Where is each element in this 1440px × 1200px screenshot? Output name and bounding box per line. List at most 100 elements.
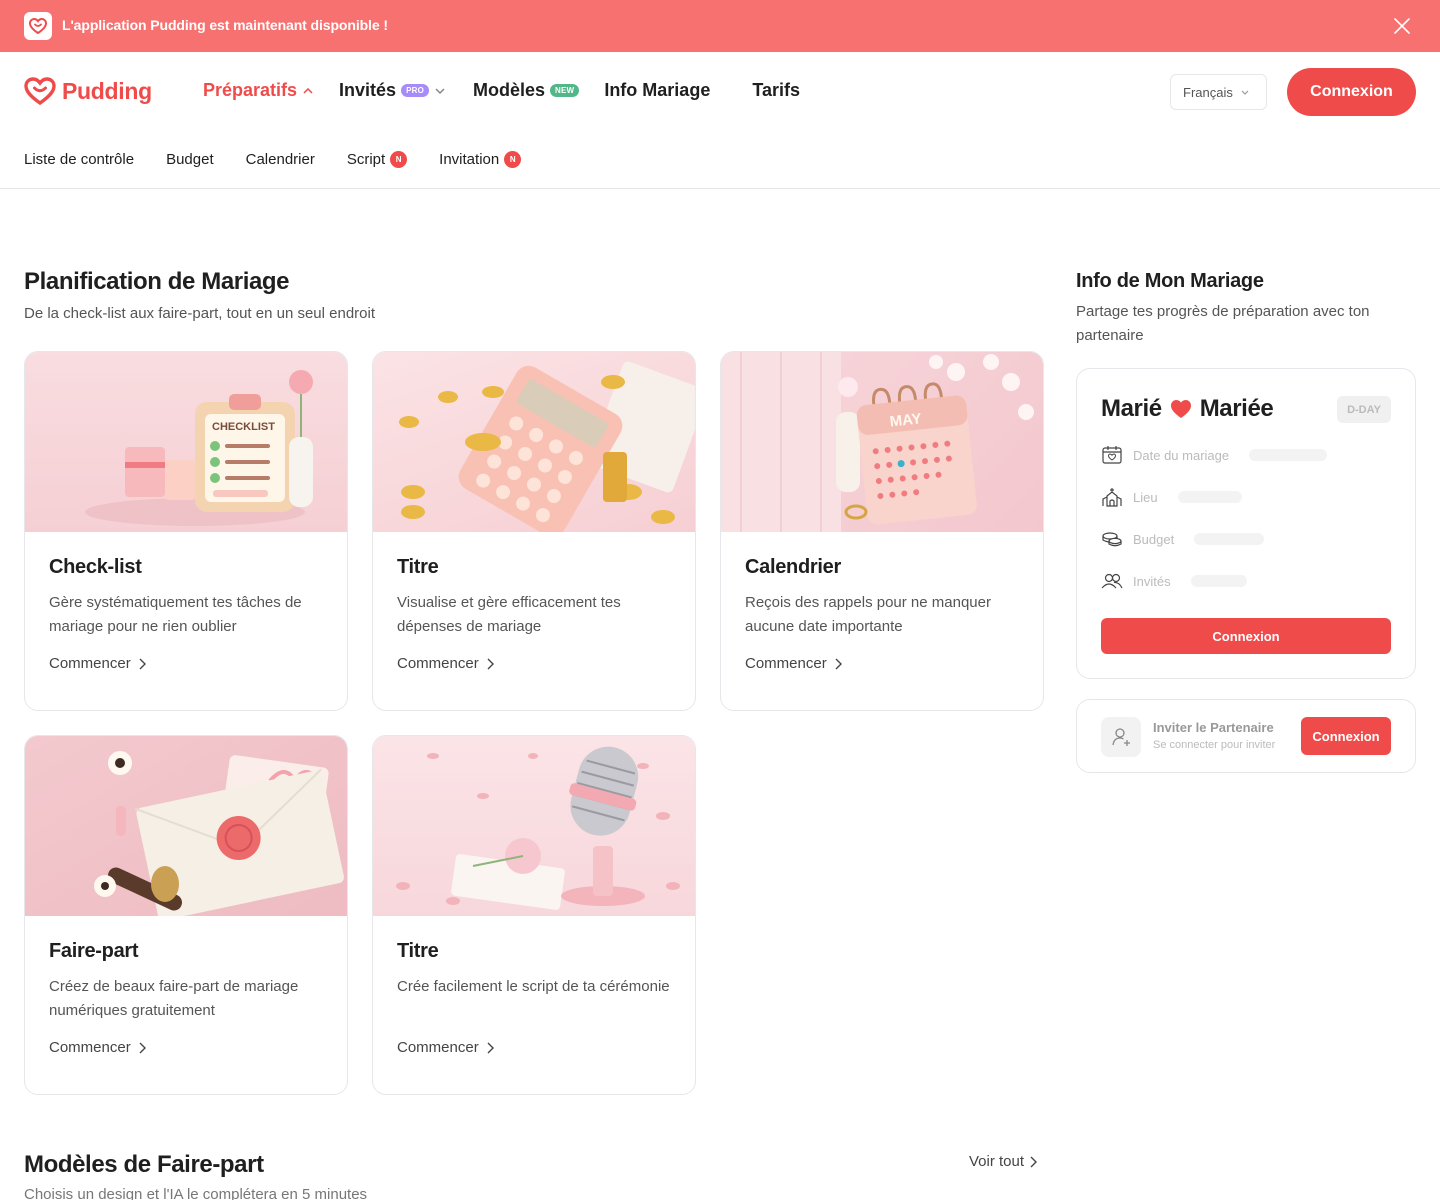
- placeholder-bar: [1249, 449, 1328, 461]
- login-button[interactable]: Connexion: [1287, 68, 1416, 116]
- start-link[interactable]: Commencer: [397, 655, 675, 672]
- subnav-invitation[interactable]: Invitation N: [439, 151, 522, 168]
- wedding-date-row: Date du mariage: [1101, 445, 1328, 465]
- subnav-label: Calendrier: [245, 151, 315, 168]
- nav-invites[interactable]: Invités PRO: [339, 80, 445, 101]
- nav-modeles[interactable]: Modèles NEW: [473, 80, 580, 101]
- chevron-right-icon: [139, 1042, 146, 1053]
- nav-label: Préparatifs: [203, 80, 298, 100]
- brand-logo[interactable]: Pudding: [24, 77, 152, 105]
- pudding-logo-icon: [24, 12, 52, 40]
- subnav-calendrier[interactable]: Calendrier: [246, 151, 315, 168]
- pro-badge: PRO: [401, 84, 430, 97]
- subnav-checklist[interactable]: Liste de contrôle: [24, 151, 134, 168]
- start-link[interactable]: Commencer: [49, 1039, 327, 1056]
- card-title: Titre: [397, 940, 439, 962]
- calendar-heart-icon: [1102, 446, 1122, 464]
- subnav-label: Script: [346, 151, 386, 168]
- users-icon: [1101, 573, 1123, 589]
- brand-name: Pudding: [62, 77, 152, 104]
- start-link[interactable]: Commencer: [49, 655, 327, 672]
- row-label: Invités: [1133, 573, 1171, 589]
- row-label: Date du mariage: [1133, 447, 1230, 463]
- card-title: Faire-part: [49, 940, 139, 962]
- language-label: Français: [1183, 84, 1233, 100]
- start-label: Commencer: [397, 1039, 479, 1056]
- start-label: Commencer: [49, 1039, 131, 1056]
- language-select[interactable]: Français: [1170, 74, 1267, 110]
- see-all-label: Voir tout: [969, 1153, 1025, 1170]
- chevron-right-icon: [139, 658, 146, 669]
- card-budget[interactable]: Titre Visualise et gère efficacement tes…: [372, 351, 696, 711]
- announcement-banner: L'application Pudding est maintenant dis…: [0, 0, 1440, 52]
- invite-login-button[interactable]: Connexion: [1301, 717, 1391, 755]
- nav-tarifs[interactable]: Tarifs: [752, 80, 800, 101]
- start-link[interactable]: Commencer: [745, 655, 1023, 672]
- main-nav: Préparatifs Invités PRO Modèles NEW Info…: [203, 80, 800, 101]
- card-description: Visualise et gère efficacement tes dépen…: [397, 594, 621, 635]
- start-link[interactable]: Commencer: [397, 1039, 675, 1056]
- wedding-info-subtitle: Partage tes progrès de préparation avec …: [1076, 303, 1370, 344]
- new-dot-badge: N: [504, 151, 522, 168]
- invite-partner-card: Inviter le Partenaire Se connecter pour …: [1076, 699, 1416, 773]
- chevron-down-icon: [435, 87, 445, 94]
- checklist-illustration: CHECKLIST: [25, 352, 347, 532]
- groom-label: Marié: [1101, 395, 1162, 422]
- card-calendar[interactable]: MAY Calendrier Reçois des rappels pour n…: [720, 351, 1044, 711]
- card-description: Reçois des rappels pour ne manquer aucun…: [745, 594, 991, 635]
- pudding-heart-icon: [24, 77, 56, 105]
- planning-title: Planification de Mariage: [24, 268, 290, 295]
- coins-icon: [1102, 532, 1122, 547]
- dday-badge: D-DAY: [1337, 396, 1391, 423]
- new-dot-badge: N: [390, 151, 408, 168]
- wedding-info-title: Info de Mon Mariage: [1076, 270, 1264, 292]
- checklist-image-label: CHECKLIST: [212, 421, 275, 433]
- info-login-button[interactable]: Connexion: [1101, 618, 1391, 654]
- budget-row: Budget: [1101, 529, 1265, 549]
- calendar-illustration: MAY: [721, 352, 1043, 532]
- chevron-right-icon: [1030, 1156, 1038, 1167]
- chevron-down-icon: [1241, 90, 1249, 95]
- planning-subtitle: De la check-list aux faire-part, tout en…: [24, 305, 376, 322]
- card-title: Check-list: [49, 556, 142, 578]
- chevron-right-icon: [487, 658, 494, 669]
- close-icon[interactable]: [1392, 16, 1412, 36]
- chevron-up-icon: [303, 87, 313, 94]
- row-label: Budget: [1133, 531, 1175, 547]
- card-checklist[interactable]: CHECKLIST Check-list Gère systématiqueme…: [24, 351, 348, 711]
- nav-label: Tarifs: [752, 80, 801, 100]
- sub-nav: Liste de contrôle Budget Calendrier Scri…: [0, 132, 1440, 189]
- chapel-icon: [1102, 488, 1122, 507]
- card-script[interactable]: Titre Crée facilement le script de ta cé…: [372, 735, 696, 1095]
- nav-info-mariage[interactable]: Info Mariage: [604, 80, 710, 101]
- card-title: Titre: [397, 556, 439, 578]
- start-label: Commencer: [49, 655, 131, 672]
- banner-text: L'application Pudding est maintenant dis…: [62, 17, 388, 33]
- row-label: Lieu: [1133, 489, 1158, 505]
- card-description: Crée facilement le script de ta cérémoni…: [397, 978, 670, 995]
- subnav-script[interactable]: Script N: [346, 151, 408, 168]
- bride-label: Mariée: [1199, 395, 1274, 422]
- calculator-illustration: [373, 352, 695, 532]
- nav-preparatifs[interactable]: Préparatifs: [203, 80, 313, 101]
- microphone-illustration: [373, 736, 695, 916]
- start-label: Commencer: [397, 655, 479, 672]
- invite-partner-title: Inviter le Partenaire: [1153, 720, 1274, 735]
- card-invitation[interactable]: Faire-part Créez de beaux faire-part de …: [24, 735, 348, 1095]
- user-plus-icon: [1101, 717, 1141, 757]
- heart-icon: [1170, 400, 1191, 418]
- wedding-info-card: Marié Mariée D-DAY Date du mariage Lieu …: [1076, 368, 1416, 679]
- venue-row: Lieu: [1101, 487, 1242, 507]
- card-description: Gère systématiquement tes tâches de mari…: [49, 594, 302, 635]
- subnav-budget[interactable]: Budget: [166, 151, 214, 168]
- placeholder-bar: [1177, 491, 1242, 503]
- guests-row: Invités: [1101, 571, 1247, 591]
- chevron-right-icon: [487, 1042, 494, 1053]
- placeholder-bar: [1190, 575, 1247, 587]
- chevron-right-icon: [835, 658, 842, 669]
- see-all-link[interactable]: Voir tout: [969, 1153, 1038, 1170]
- start-label: Commencer: [745, 655, 827, 672]
- new-badge: NEW: [550, 84, 580, 97]
- models-title: Modèles de Faire-part: [24, 1151, 264, 1178]
- invite-partner-subtitle: Se connecter pour inviter: [1153, 739, 1276, 751]
